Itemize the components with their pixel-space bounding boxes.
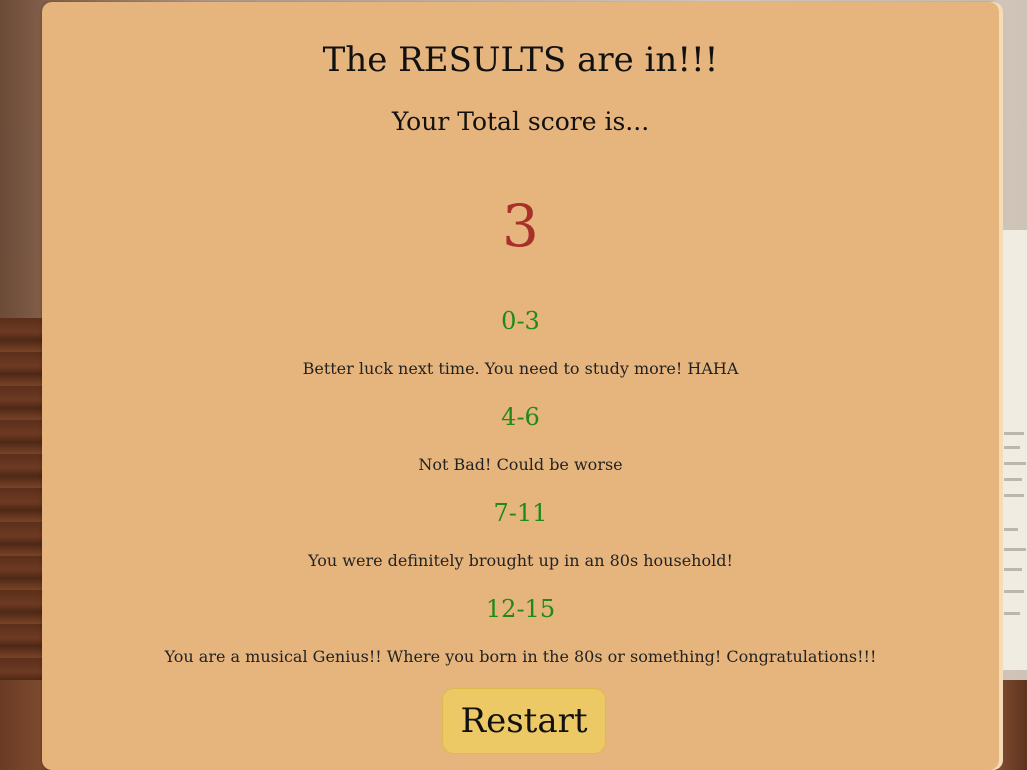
score-message-4-6: Not Bad! Could be worse (418, 455, 623, 474)
paper-text-line (1004, 528, 1018, 531)
paper-text-line (1004, 478, 1022, 481)
paper-text-line (1004, 568, 1022, 571)
paper-text-line (1004, 494, 1024, 497)
score-range-7-11: 7-11 (493, 499, 548, 527)
score-message-12-15: You are a musical Genius!! Where you bor… (164, 647, 877, 666)
paper-text-line (1004, 462, 1026, 465)
results-title: The RESULTS are in!!! (322, 40, 719, 80)
paper-text-line (1004, 548, 1026, 551)
paper-text-line (1004, 446, 1020, 449)
paper-text-line (1004, 590, 1024, 593)
score-range-0-3: 0-3 (501, 307, 540, 335)
score-range-4-6: 4-6 (501, 403, 540, 431)
paper-text-line (1004, 432, 1024, 435)
results-card: The RESULTS are in!!! Your Total score i… (42, 2, 999, 770)
restart-button[interactable]: Restart (442, 688, 606, 754)
score-message-0-3: Better luck next time. You need to study… (302, 359, 739, 378)
total-score-label: Your Total score is... (391, 107, 650, 136)
total-score-value: 3 (502, 192, 539, 260)
score-range-12-15: 12-15 (485, 595, 556, 623)
score-message-7-11: You were definitely brought up in an 80s… (308, 551, 733, 570)
paper-text-line (1004, 612, 1020, 615)
